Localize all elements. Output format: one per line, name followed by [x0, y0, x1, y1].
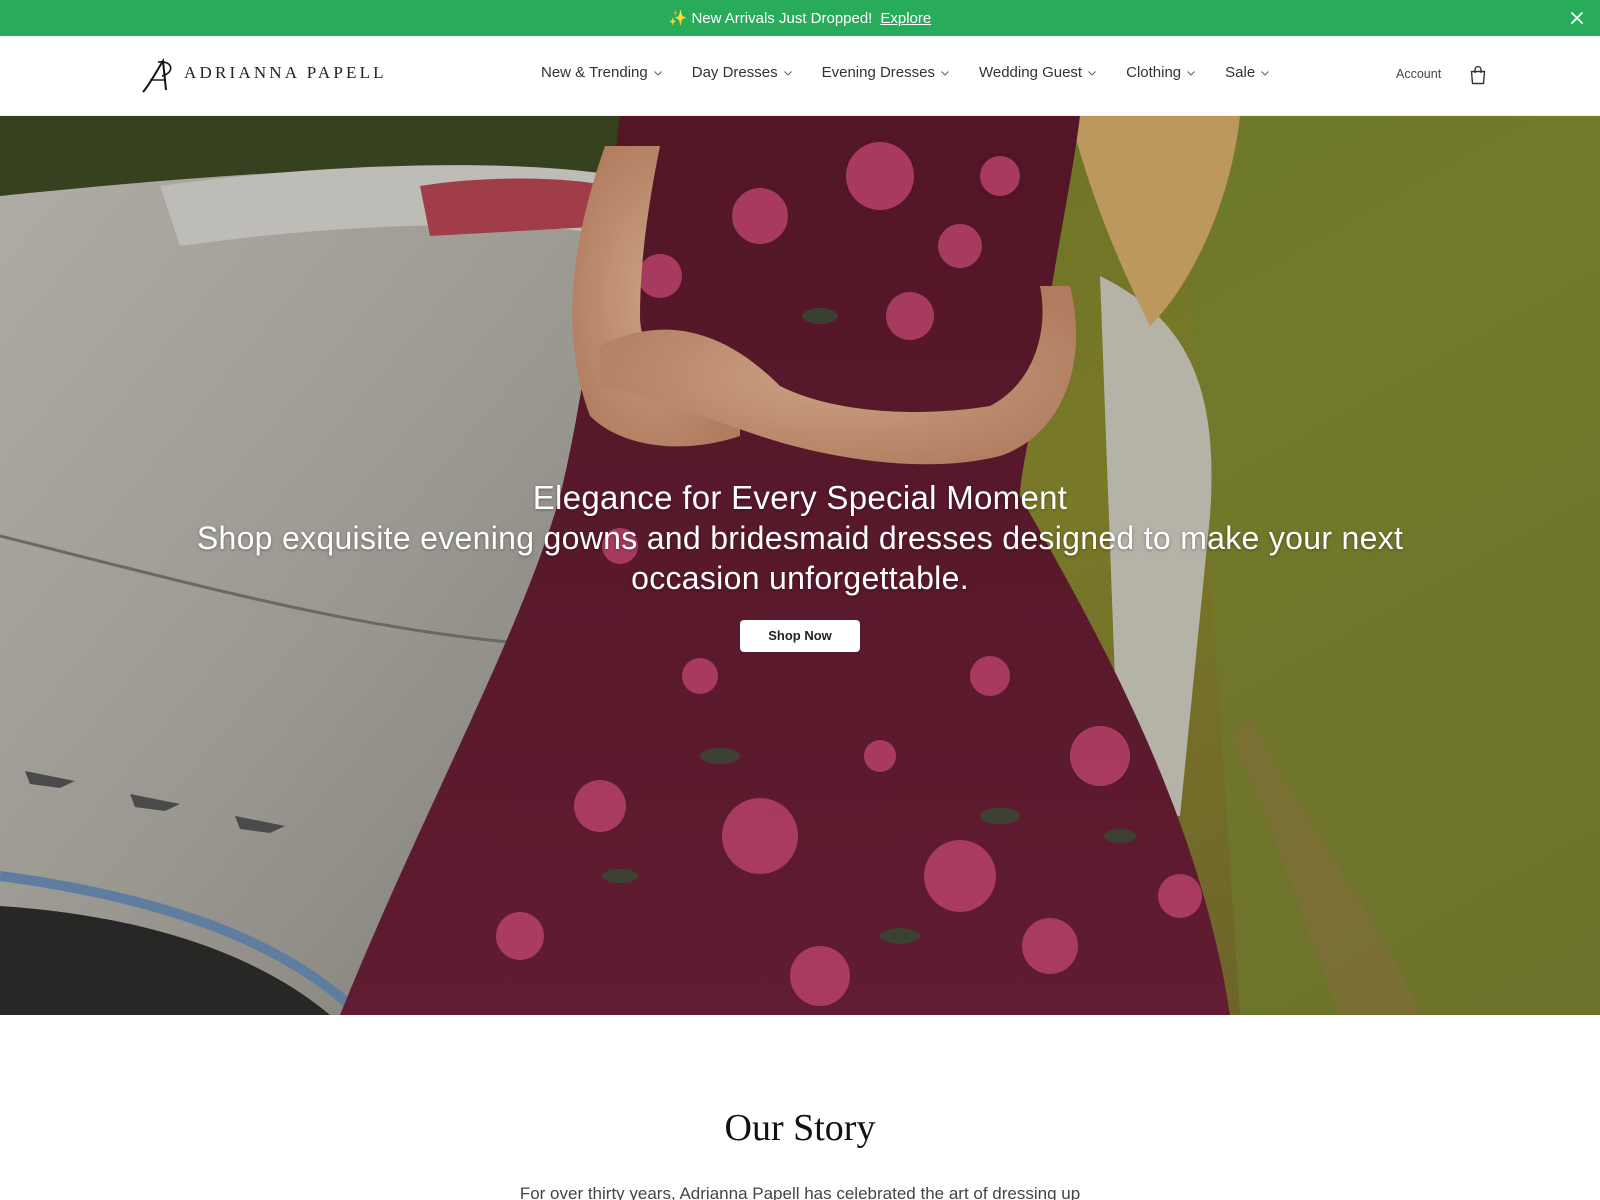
hero-title: Elegance for Every Special Moment	[532, 479, 1068, 516]
hero-content: Elegance for Every Special Moment Shop e…	[0, 478, 1600, 652]
explore-link[interactable]: Explore	[880, 10, 931, 27]
announcement-bar: ✨ New Arrivals Just Dropped! Explore	[0, 0, 1600, 36]
announcement-message: New Arrivals Just Dropped!	[691, 9, 873, 27]
nav-label: Day Dresses	[691, 64, 778, 81]
nav-label: Wedding Guest	[978, 64, 1083, 81]
nav-new-trending[interactable]: New & Trending	[541, 64, 663, 81]
nav-clothing[interactable]: Clothing	[1126, 64, 1196, 81]
site-header: ADRIANNA PAPELL New & Trending Day Dress…	[0, 36, 1600, 116]
nav-day-dresses[interactable]: Day Dresses	[692, 64, 793, 81]
story-text: For over thirty years, Adrianna Papell h…	[519, 1184, 1081, 1200]
logo-monogram-icon	[142, 58, 172, 93]
hero-subtitle: Shop exquisite evening gowns and bridesm…	[196, 520, 1404, 596]
main-nav: New & Trending Day Dresses Evening Dress…	[541, 64, 1270, 81]
nav-label: Clothing	[1126, 64, 1182, 81]
chevron-down-icon	[653, 70, 662, 76]
nav-sale[interactable]: Sale	[1225, 64, 1270, 81]
close-icon[interactable]	[1568, 9, 1586, 27]
story-title: Our Story	[724, 1107, 876, 1149]
sparkle-icon: ✨	[668, 10, 688, 27]
logo-wordmark: ADRIANNA PAPELL	[184, 63, 387, 82]
nav-wedding-guest[interactable]: Wedding Guest	[979, 64, 1097, 81]
nav-label: Sale	[1225, 64, 1256, 81]
account-link[interactable]: Account	[1396, 67, 1441, 81]
nav-evening-dresses[interactable]: Evening Dresses	[822, 64, 950, 81]
chevron-down-icon	[941, 70, 949, 76]
shopping-bag-icon[interactable]	[1469, 65, 1487, 85]
logo[interactable]: ADRIANNA PAPELL	[138, 56, 387, 96]
shop-now-button[interactable]: Shop Now	[740, 620, 860, 652]
chevron-down-icon	[783, 70, 792, 76]
nav-label: New & Trending	[541, 64, 648, 81]
hero-banner: Elegance for Every Special Moment Shop e…	[0, 116, 1600, 1015]
chevron-down-icon	[1261, 70, 1270, 76]
chevron-down-icon	[1088, 70, 1096, 76]
chevron-down-icon	[1187, 70, 1196, 76]
nav-label: Evening Dresses	[821, 64, 935, 81]
